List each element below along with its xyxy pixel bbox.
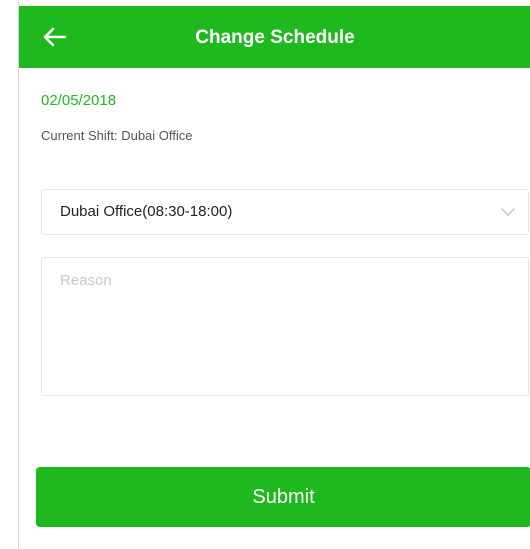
current-shift-label: Current Shift: Dubai Office: [41, 128, 193, 143]
shift-select-value: Dubai Office(08:30-18:00): [60, 203, 233, 220]
page-title: Change Schedule: [195, 27, 355, 48]
chevron-down-icon: [501, 208, 515, 216]
change-schedule-screen: Change Schedule 02/05/2018 Current Shift…: [18, 0, 530, 549]
shift-select[interactable]: Dubai Office(08:30-18:00): [41, 189, 529, 235]
schedule-date: 02/05/2018: [41, 92, 117, 109]
submit-button[interactable]: Submit: [36, 467, 530, 527]
reason-input[interactable]: [41, 257, 529, 396]
app-header: Change Schedule: [19, 6, 530, 68]
